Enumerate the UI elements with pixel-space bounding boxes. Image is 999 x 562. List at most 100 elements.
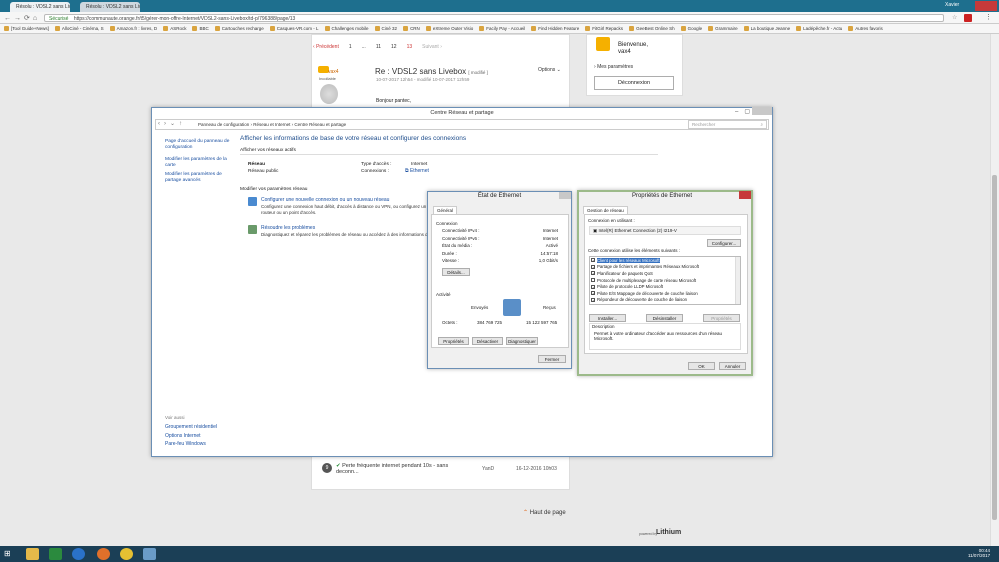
menu-icon[interactable]: ⋮: [985, 13, 992, 21]
bookmark-item[interactable]: Ladépêche.fr - Actu: [796, 26, 842, 31]
ok-button[interactable]: OK: [688, 362, 715, 370]
details-button[interactable]: Détails...: [442, 268, 470, 276]
see-also-homegroup[interactable]: Groupement résidentiel: [165, 424, 217, 430]
cp-nav-icon[interactable]: ‹›⌄↑: [158, 120, 186, 127]
tab-general[interactable]: Général: [433, 206, 458, 214]
page-link[interactable]: 12: [391, 44, 397, 50]
excel-icon[interactable]: [49, 548, 62, 560]
items-label: Cette connexion utilise les éléments sui…: [588, 248, 681, 253]
diagnose-button[interactable]: Diagnostiquer: [506, 337, 538, 345]
prev-link[interactable]: ‹ Précédent: [313, 44, 339, 50]
component-item[interactable]: ✓ Partage de fichiers et imprimantes Rése…: [591, 264, 731, 271]
bookmark-item[interactable]: [Tool Guide+News]: [4, 26, 49, 31]
bookmark-item[interactable]: BBC: [192, 26, 209, 31]
ie-icon[interactable]: [72, 548, 85, 560]
bookmark-label: Casques-VR.com - L: [276, 26, 319, 31]
bookmark-item[interactable]: ASRock: [163, 26, 186, 31]
see-also-internet-options[interactable]: Options Internet: [165, 433, 201, 439]
related-title[interactable]: ✔ Perte fréquente internet pendant 10s -…: [336, 463, 456, 475]
back-to-top-link[interactable]: ⌃ Haut de page: [523, 509, 566, 516]
cancel-button[interactable]: Annuler: [719, 362, 746, 370]
component-item[interactable]: ✓ Pilote E/S Mappage de découverte de cou…: [591, 290, 731, 297]
next-link[interactable]: Suivant ›: [422, 44, 442, 50]
bookmark-item[interactable]: Find Hidden Feature: [531, 26, 579, 31]
profile-name[interactable]: Xavier: [945, 2, 959, 8]
username[interactable]: vax4: [618, 49, 631, 55]
bookmark-item[interactable]: Google: [680, 26, 702, 31]
side-link-home[interactable]: Page d'accueil du panneau de configurati…: [165, 139, 231, 151]
bookmark-item[interactable]: eXtreme Outer Visio: [425, 26, 473, 31]
settings-link[interactable]: › Mes paramètres: [594, 64, 633, 70]
cp-breadcrumb[interactable]: Panneau de configuration › Réseau et Int…: [198, 122, 346, 127]
item-checkbox[interactable]: ✓: [591, 291, 595, 296]
item-checkbox[interactable]: ✓: [591, 284, 595, 289]
clock[interactable]: 00:44 11/07/2017: [968, 548, 990, 558]
browser-tab[interactable]: Résolu : VDSL2 sans Liv: [80, 2, 140, 12]
network-activity-icon: [503, 299, 521, 316]
see-also-firewall[interactable]: Pare-feu Windows: [165, 441, 206, 447]
related-author[interactable]: YanD: [482, 466, 494, 472]
logout-button[interactable]: Déconnexion: [594, 76, 674, 90]
nav-buttons-icon[interactable]: ←→⟳⌂: [4, 14, 40, 22]
close-button[interactable]: [739, 191, 751, 199]
bookmark-item[interactable]: Grammaire: [708, 26, 738, 31]
item-checkbox[interactable]: ✓: [591, 271, 595, 276]
component-item[interactable]: ✓ Client pour les réseaux Microsoft: [591, 257, 731, 264]
component-item[interactable]: Protocole de multiplexage de carte résea…: [591, 277, 731, 284]
uninstall-button[interactable]: Désinstaller: [646, 314, 683, 322]
close-window-button[interactable]: [975, 1, 997, 11]
ethernet-link[interactable]: ⧉ Ethernet: [405, 168, 429, 174]
item-checkbox[interactable]: ✓: [591, 258, 595, 263]
side-link-sharing[interactable]: Modifier les paramètres de partage avanc…: [165, 172, 231, 184]
bookmark-item[interactable]: FitGirl Repacks: [585, 26, 623, 31]
page-link[interactable]: 11: [376, 44, 381, 50]
bookmark-item[interactable]: La boutique Jeanne: [743, 26, 790, 31]
bookmark-item[interactable]: Autres favoris: [848, 26, 883, 31]
bookmark-item[interactable]: Casques-VR.com - L: [269, 26, 319, 31]
component-item[interactable]: ✓ Pilote de protocole LLDP Microsoft: [591, 283, 731, 290]
close-button[interactable]: [752, 107, 772, 115]
bookmark-item[interactable]: Ciné 32: [374, 26, 397, 31]
post-author[interactable]: vax4: [328, 69, 339, 75]
item-properties-button[interactable]: Propriétés: [703, 314, 740, 322]
disable-button[interactable]: Désactiver: [472, 337, 503, 345]
file-explorer-icon[interactable]: [26, 548, 39, 560]
item-checkbox[interactable]: [591, 278, 595, 283]
post-options-button[interactable]: Options ⌄: [538, 67, 561, 73]
item-checkbox[interactable]: ✓: [591, 264, 595, 269]
configure-button[interactable]: Configurer...: [707, 239, 741, 247]
bookmark-icon: [796, 26, 802, 31]
bookmark-item[interactable]: AlloCiné - Cinéma, S: [54, 26, 104, 31]
url-input[interactable]: Sécurisé https://communaute.orange.fr/t5…: [44, 14, 944, 22]
bookmark-item[interactable]: Cartouches recharge: [214, 26, 264, 31]
scrollbar-thumb[interactable]: [992, 175, 997, 520]
component-item[interactable]: ✓ Planificateur de paquets QoS: [591, 270, 731, 277]
extension-icon[interactable]: [964, 14, 972, 22]
close-dialog-button[interactable]: Fermer: [538, 355, 566, 363]
bookmark-item[interactable]: Amazon.fr : livres, D: [109, 26, 157, 31]
network-app-icon[interactable]: [143, 548, 156, 560]
cp-search-input[interactable]: Rechercher ⌕: [688, 120, 767, 129]
item-checkbox[interactable]: ✓: [591, 297, 595, 302]
browser-tab[interactable]: Résolu : VDSL2 sans Liv: [10, 2, 70, 12]
star-icon[interactable]: ☆: [952, 14, 958, 21]
connection-info: Connectivité IPv4 : Internet Connectivité …: [442, 228, 558, 266]
bookmark-item[interactable]: Facily Pay - Accueil: [479, 26, 525, 31]
close-button[interactable]: [559, 192, 571, 199]
firefox-icon[interactable]: [97, 548, 110, 560]
component-item[interactable]: ✓ Répondeur de découverte de couche de li…: [591, 297, 731, 304]
tab-networking[interactable]: Gestion de réseau: [583, 206, 628, 214]
bookmark-item[interactable]: Challenges mobile: [324, 26, 369, 31]
properties-button[interactable]: Propriétés: [438, 337, 469, 345]
start-icon[interactable]: ⊞: [4, 549, 11, 558]
page-link[interactable]: 1: [349, 44, 352, 50]
side-link-adapter[interactable]: Modifier les paramètres de la carte: [165, 157, 231, 169]
new-connection-link[interactable]: Configurer une nouvelle connexion ou un …: [261, 197, 389, 203]
list-scrollbar[interactable]: [735, 257, 740, 304]
access-type-label: Type d'accès :: [361, 162, 392, 167]
troubleshoot-link[interactable]: Résoudre les problèmes: [261, 225, 315, 231]
install-button[interactable]: Installer...: [589, 314, 626, 322]
bookmark-item[interactable]: CRN: [403, 26, 420, 31]
bookmark-item[interactable]: GeeBest Online Sh: [629, 26, 675, 31]
chrome-icon[interactable]: [120, 548, 133, 560]
